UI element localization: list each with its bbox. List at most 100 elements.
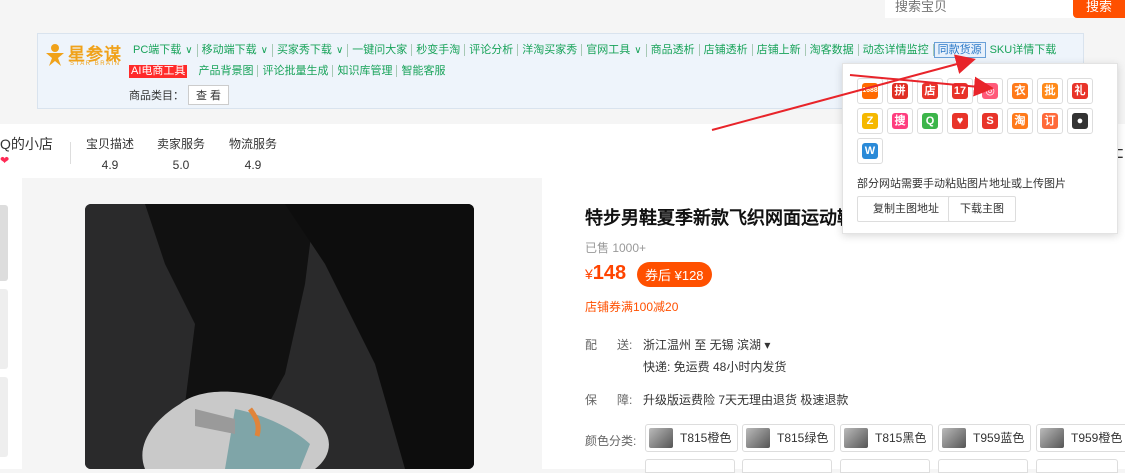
same-source-popup: 部分网站需要手动粘贴图片地址或上传图片 复制主图地址 下载主图 1688 拼店 17…	[842, 63, 1118, 234]
thumbnail[interactable]	[0, 289, 8, 369]
site-glyph: S	[982, 113, 998, 129]
sku-label: T959蓝色	[973, 431, 1025, 445]
search-input[interactable]	[885, 0, 1093, 18]
plugin-nav-item[interactable]: 店铺透析	[700, 44, 753, 56]
sku-option[interactable]	[938, 459, 1028, 473]
chevron-down-icon: ∨	[260, 45, 268, 56]
plugin-nav-item[interactable]: 动态详情监控	[859, 44, 934, 56]
guarantee-value: 升级版运费险 7天无理由退货 极速退款	[643, 393, 849, 407]
shop-stat-service: 卖家服务 5.0	[157, 135, 205, 172]
thumbnail[interactable]	[0, 205, 8, 281]
site-glyph: ♥	[952, 113, 968, 129]
stat-label: 卖家服务	[157, 137, 206, 151]
site-glyph: 衣	[1012, 83, 1028, 99]
delivery-label: 配 送:	[585, 338, 633, 352]
site-glyph: 17	[952, 83, 968, 99]
sku-option[interactable]: T959橙色	[1036, 424, 1125, 452]
plugin-nav-item[interactable]: 一键问大家	[348, 44, 413, 56]
plugin-nav-label: 店铺透析	[703, 44, 748, 56]
plugin-nav-item[interactable]: 移动端下载 ∨	[198, 44, 273, 57]
sku-option[interactable]	[645, 459, 735, 473]
plugin-nav-item[interactable]: 商品透析	[647, 44, 700, 56]
plugin-nav-label: 动态详情监控	[862, 44, 929, 56]
category-row: 商品类目： 查 看	[129, 85, 230, 105]
site-red-gift-icon[interactable]: 礼	[1067, 78, 1093, 104]
shop-coupon[interactable]: 店铺券满100减20	[585, 298, 678, 315]
site-orange-ding-icon[interactable]: 订	[1037, 108, 1063, 134]
plugin-nav-item[interactable]: 同款货源	[933, 42, 986, 58]
site-green-q-icon[interactable]: Q	[917, 108, 943, 134]
site-orange-yi-icon[interactable]: 衣	[1007, 78, 1033, 104]
coupon-price-badge[interactable]: 券后 ¥128	[637, 262, 712, 287]
plugin-nav-item[interactable]: 买家秀下载 ∨	[273, 44, 349, 57]
alibaba-1688-icon[interactable]: 1688	[857, 78, 883, 104]
price-currency: ¥	[585, 266, 593, 282]
site-blue-w-icon[interactable]: W	[857, 138, 883, 164]
site-yellow-z-icon[interactable]: Z	[857, 108, 883, 134]
plugin-nav-item[interactable]: 洋淘买家秀	[518, 44, 583, 56]
delivery-value[interactable]: 浙江温州 至 无锡 滨湖 ▾	[643, 336, 770, 353]
plugin-ai-link[interactable]: 产品背景图	[194, 65, 259, 77]
site-red-shop-icon[interactable]: 店	[917, 78, 943, 104]
site-glyph: 订	[1042, 113, 1058, 129]
shop-stat-description: 宝贝描述 4.9	[86, 135, 134, 172]
site-red-s-icon[interactable]: S	[977, 108, 1003, 134]
sku-option[interactable]	[840, 459, 930, 473]
sku-swatch	[942, 428, 966, 448]
stat-label: 宝贝描述	[86, 137, 135, 151]
site-glyph: ●	[1072, 113, 1088, 129]
thumbnail[interactable]	[0, 377, 8, 457]
site-17zwd-icon[interactable]: 17	[947, 78, 973, 104]
shop-stat-logistics: 物流服务 4.9	[229, 135, 277, 172]
plugin-ai-link[interactable]: 评论批量生成	[258, 65, 334, 77]
plugin-nav-item[interactable]: SKU详情下载	[986, 44, 1061, 56]
site-glyph: 店	[922, 83, 938, 99]
pinduoduo-icon[interactable]: 拼	[887, 78, 913, 104]
site-pink-zhuan-icon[interactable]: 搜	[887, 108, 913, 134]
plugin-ai-link[interactable]: 知识库管理	[333, 65, 398, 77]
site-glyph: Z	[862, 113, 878, 129]
ai-tools-tag[interactable]: AI电商工具	[129, 65, 188, 78]
stat-label: 物流服务	[229, 137, 278, 151]
shop-name[interactable]: Q的小店	[0, 134, 53, 154]
sku-option[interactable]	[1036, 459, 1118, 473]
sku-option[interactable]: T959蓝色	[938, 424, 1032, 452]
plugin-nav-item[interactable]: 店铺上新	[753, 44, 806, 56]
site-red-heart-icon[interactable]: ♥	[947, 108, 973, 134]
plugin-ai-row: AI电商工具 产品背景图 评论批量生成 知识库管理 智能客服	[129, 65, 449, 78]
price: ¥148	[585, 262, 626, 285]
product-main-image[interactable]	[85, 204, 474, 469]
shipping-info: 快递: 免运费 48小时内发货	[643, 360, 787, 374]
plugin-nav-label: 秒变手淘	[416, 44, 461, 56]
site-glyph: 淘	[1012, 113, 1028, 129]
search-button[interactable]: 搜索	[1073, 0, 1125, 18]
site-pink-search-icon[interactable]: ◎	[977, 78, 1003, 104]
plugin-nav-item[interactable]: 评论分析	[465, 44, 519, 56]
copy-main-image-url-button[interactable]: 复制主图地址	[857, 196, 955, 222]
plugin-ai-link[interactable]: 智能客服	[397, 65, 449, 77]
plugin-nav-label: 一键问大家	[352, 44, 408, 56]
plugin-nav-item[interactable]: 秒变手淘	[412, 44, 466, 56]
site-glyph: 批	[1042, 83, 1058, 99]
plugin-nav-label: 官网工具	[586, 44, 631, 56]
sku-option[interactable]	[742, 459, 832, 473]
sku-option[interactable]: T815橙色	[645, 424, 739, 452]
divider	[70, 142, 71, 164]
download-main-image-button[interactable]: 下载主图	[948, 196, 1016, 222]
plugin-nav-item[interactable]: 淘客数据	[806, 44, 859, 56]
chevron-down-icon: ∨	[335, 45, 344, 56]
sold-count: 已售 1000+	[585, 241, 647, 255]
plugin-nav-item[interactable]: 官网工具 ∨	[582, 44, 647, 57]
site-panda-icon[interactable]: ●	[1067, 108, 1093, 134]
sku-swatch	[844, 428, 868, 448]
site-glyph: 搜	[892, 113, 908, 129]
plugin-nav-item[interactable]: PC端下载 ∨	[129, 44, 198, 57]
sku-option[interactable]: T815黑色	[840, 424, 934, 452]
site-orange-tao-icon[interactable]: 淘	[1007, 108, 1033, 134]
plugin-nav-label: 商品透析	[650, 44, 695, 56]
site-orange-box-icon[interactable]: 批	[1037, 78, 1063, 104]
view-category-button[interactable]: 查 看	[188, 85, 230, 105]
sku-option[interactable]: T815绿色	[742, 424, 836, 452]
plugin-nav-label: 同款货源	[937, 44, 982, 56]
shoe-photo	[85, 204, 474, 469]
